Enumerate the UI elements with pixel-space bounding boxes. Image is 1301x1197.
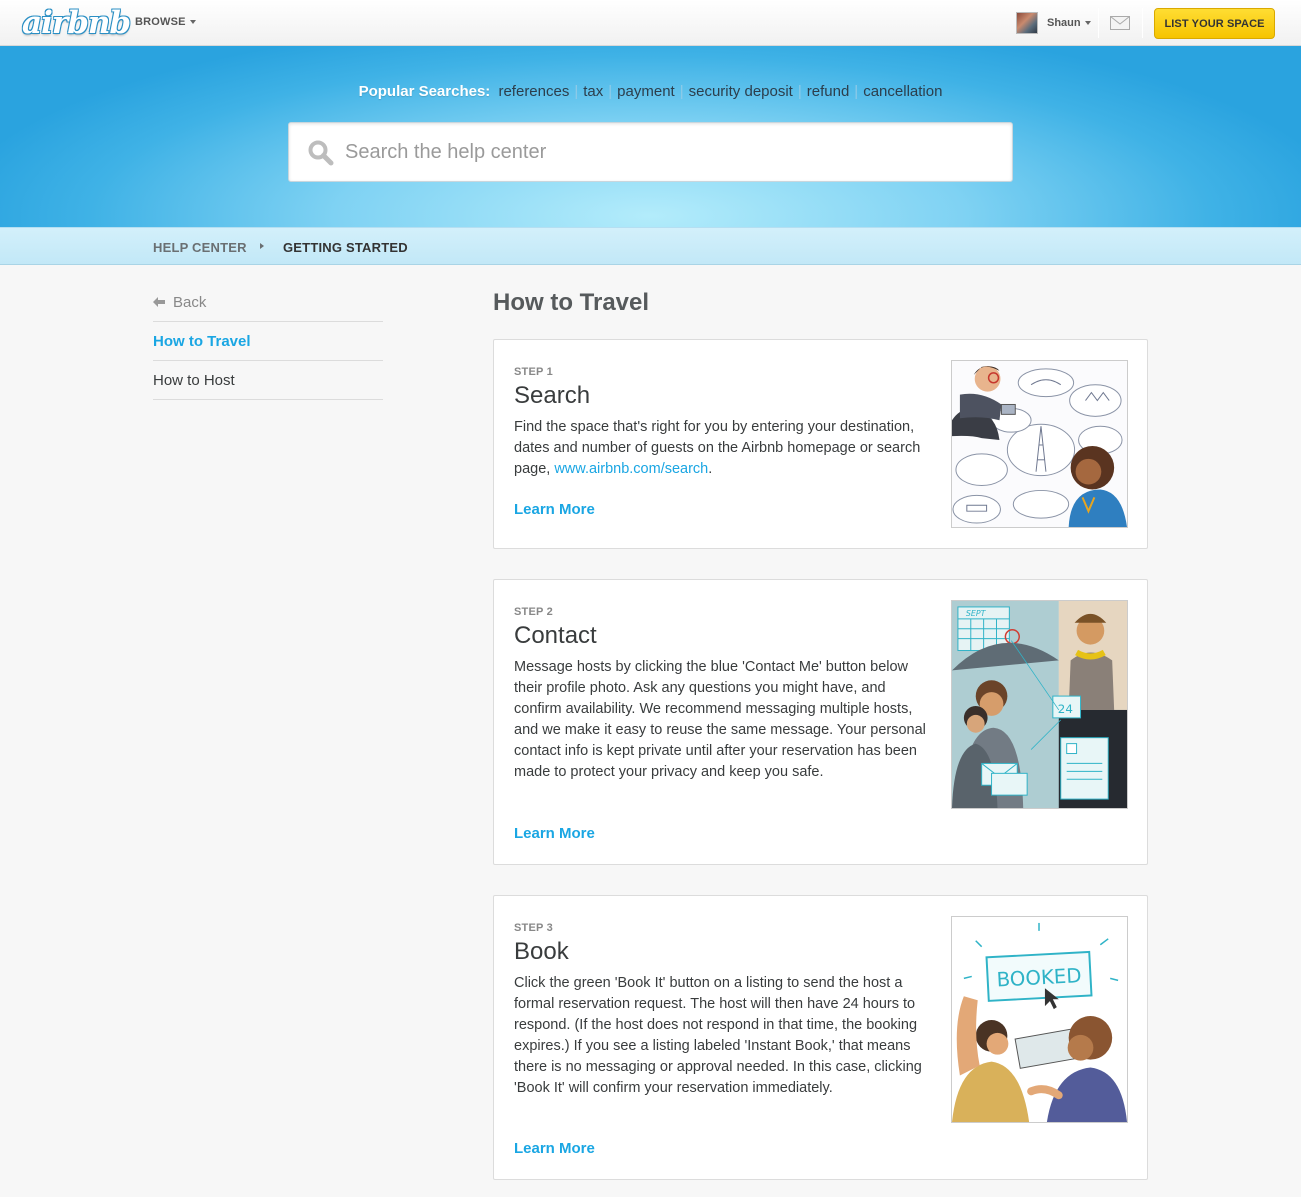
search-illustration-image <box>952 361 1127 527</box>
popular-searches-label: Popular Searches: <box>358 83 491 100</box>
divider: | <box>679 83 684 100</box>
popular-searches: Popular Searches: references | tax | payment… <box>0 83 1301 100</box>
chevron-down-icon <box>189 20 196 25</box>
popular-search-link[interactable]: references <box>498 83 569 100</box>
divider: | <box>854 83 859 100</box>
step-title: Contact <box>514 622 597 649</box>
mail-icon[interactable] <box>1110 16 1130 30</box>
sidebar-item-how-to-host[interactable]: How to Host <box>153 361 383 400</box>
help-search-box <box>288 122 1013 182</box>
contact-illustration-image: SEPT 24 <box>952 601 1127 808</box>
popular-search-link[interactable]: tax <box>583 83 603 100</box>
breadcrumb: HELP CENTER GETTING STARTED <box>0 227 1301 265</box>
user-menu[interactable]: Shaun <box>1016 12 1091 34</box>
user-name: Shaun <box>1047 17 1081 29</box>
arrow-left-icon <box>153 297 165 307</box>
step-description: Find the space that's right for you by e… <box>514 417 934 480</box>
divider <box>1098 8 1099 38</box>
sidebar-item-how-to-travel[interactable]: How to Travel <box>153 322 383 361</box>
search-illustration <box>951 360 1128 528</box>
popular-search-link[interactable]: cancellation <box>863 83 942 100</box>
avatar <box>1016 12 1038 34</box>
step-label: STEP 2 <box>514 606 553 618</box>
chevron-right-icon <box>260 243 264 249</box>
step-card: STEP 2 Contact Message hosts by clicking… <box>493 579 1148 865</box>
back-link[interactable]: Back <box>153 283 383 322</box>
learn-more-link[interactable]: Learn More <box>514 501 595 518</box>
book-illustration-image: BOOKED <box>952 917 1127 1122</box>
top-nav: airbnb BROWSE Shaun LIST YOUR SPACE <box>0 0 1301 46</box>
divider <box>1142 8 1143 38</box>
step-description: Message hosts by clicking the blue 'Cont… <box>514 659 926 780</box>
learn-more-link[interactable]: Learn More <box>514 825 595 842</box>
step-label: STEP 1 <box>514 366 553 378</box>
calendar-month: SEPT <box>966 609 987 618</box>
browse-menu[interactable]: BROWSE <box>135 16 196 28</box>
step-text-end: . <box>708 461 713 477</box>
popular-search-link[interactable]: refund <box>807 83 850 100</box>
book-illustration: BOOKED <box>951 916 1128 1123</box>
chevron-down-icon <box>1084 21 1091 25</box>
back-label: Back <box>173 293 207 311</box>
calendar-day: 24 <box>1058 702 1073 716</box>
search-input[interactable] <box>345 123 995 181</box>
search-icon <box>308 140 334 166</box>
divider: | <box>608 83 613 100</box>
contact-illustration: SEPT 24 <box>951 600 1128 809</box>
divider: | <box>574 83 579 100</box>
divider: | <box>797 83 802 100</box>
popular-search-link[interactable]: security deposit <box>689 83 793 100</box>
step-title: Search <box>514 382 591 409</box>
step-label: STEP 3 <box>514 922 553 934</box>
hero-banner: Popular Searches: references | tax | payment… <box>0 46 1301 227</box>
page-title: How to Travel <box>493 289 650 316</box>
step-card: STEP 1 Search Find the space that's righ… <box>493 339 1148 549</box>
list-your-space-button[interactable]: LIST YOUR SPACE <box>1154 8 1275 39</box>
airbnb-logo[interactable]: airbnb <box>22 6 131 40</box>
step-title: Book <box>514 938 569 965</box>
learn-more-link[interactable]: Learn More <box>514 1140 595 1157</box>
step-card: STEP 3 Book Click the green 'Book It' bu… <box>493 895 1148 1180</box>
breadcrumb-getting-started: GETTING STARTED <box>283 240 408 255</box>
search-page-link[interactable]: www.airbnb.com/search <box>554 461 708 477</box>
browse-label: BROWSE <box>135 16 186 28</box>
sidebar: Back How to Travel How to Host <box>153 283 383 400</box>
step-description: Click the green 'Book It' button on a li… <box>514 975 922 1096</box>
popular-search-link[interactable]: payment <box>617 83 675 100</box>
breadcrumb-help-center[interactable]: HELP CENTER <box>153 240 247 255</box>
booked-sign: BOOKED <box>996 964 1082 991</box>
